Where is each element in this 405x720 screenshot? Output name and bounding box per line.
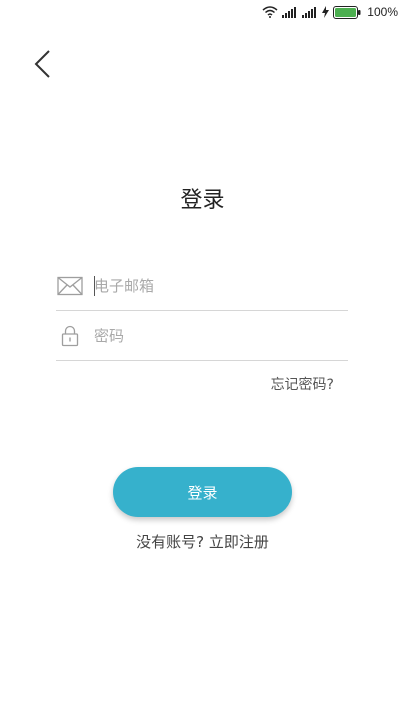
lock-icon — [56, 325, 84, 347]
battery-icon — [333, 5, 361, 19]
battery-percent: 100% — [367, 5, 398, 19]
signal-icon — [282, 7, 297, 18]
email-field[interactable] — [56, 261, 348, 311]
page-title: 登录 — [180, 188, 225, 213]
wifi-icon — [262, 6, 278, 18]
email-input[interactable] — [94, 276, 334, 295]
text-cursor — [94, 276, 95, 296]
forgot-password-link[interactable]: 忘记密码? — [271, 374, 334, 394]
password-input[interactable] — [94, 326, 334, 345]
register-link[interactable]: 没有账号? 立即注册 — [0, 531, 405, 552]
back-button[interactable] — [26, 44, 58, 84]
chevron-left-icon — [34, 50, 50, 78]
login-button[interactable]: 登录 — [113, 467, 292, 517]
password-field[interactable] — [56, 311, 348, 361]
signal-icon — [302, 7, 317, 18]
charging-icon — [322, 6, 330, 18]
status-bar: 100% — [0, 0, 405, 24]
envelope-icon — [56, 276, 84, 296]
status-icons: 100% — [262, 3, 398, 21]
